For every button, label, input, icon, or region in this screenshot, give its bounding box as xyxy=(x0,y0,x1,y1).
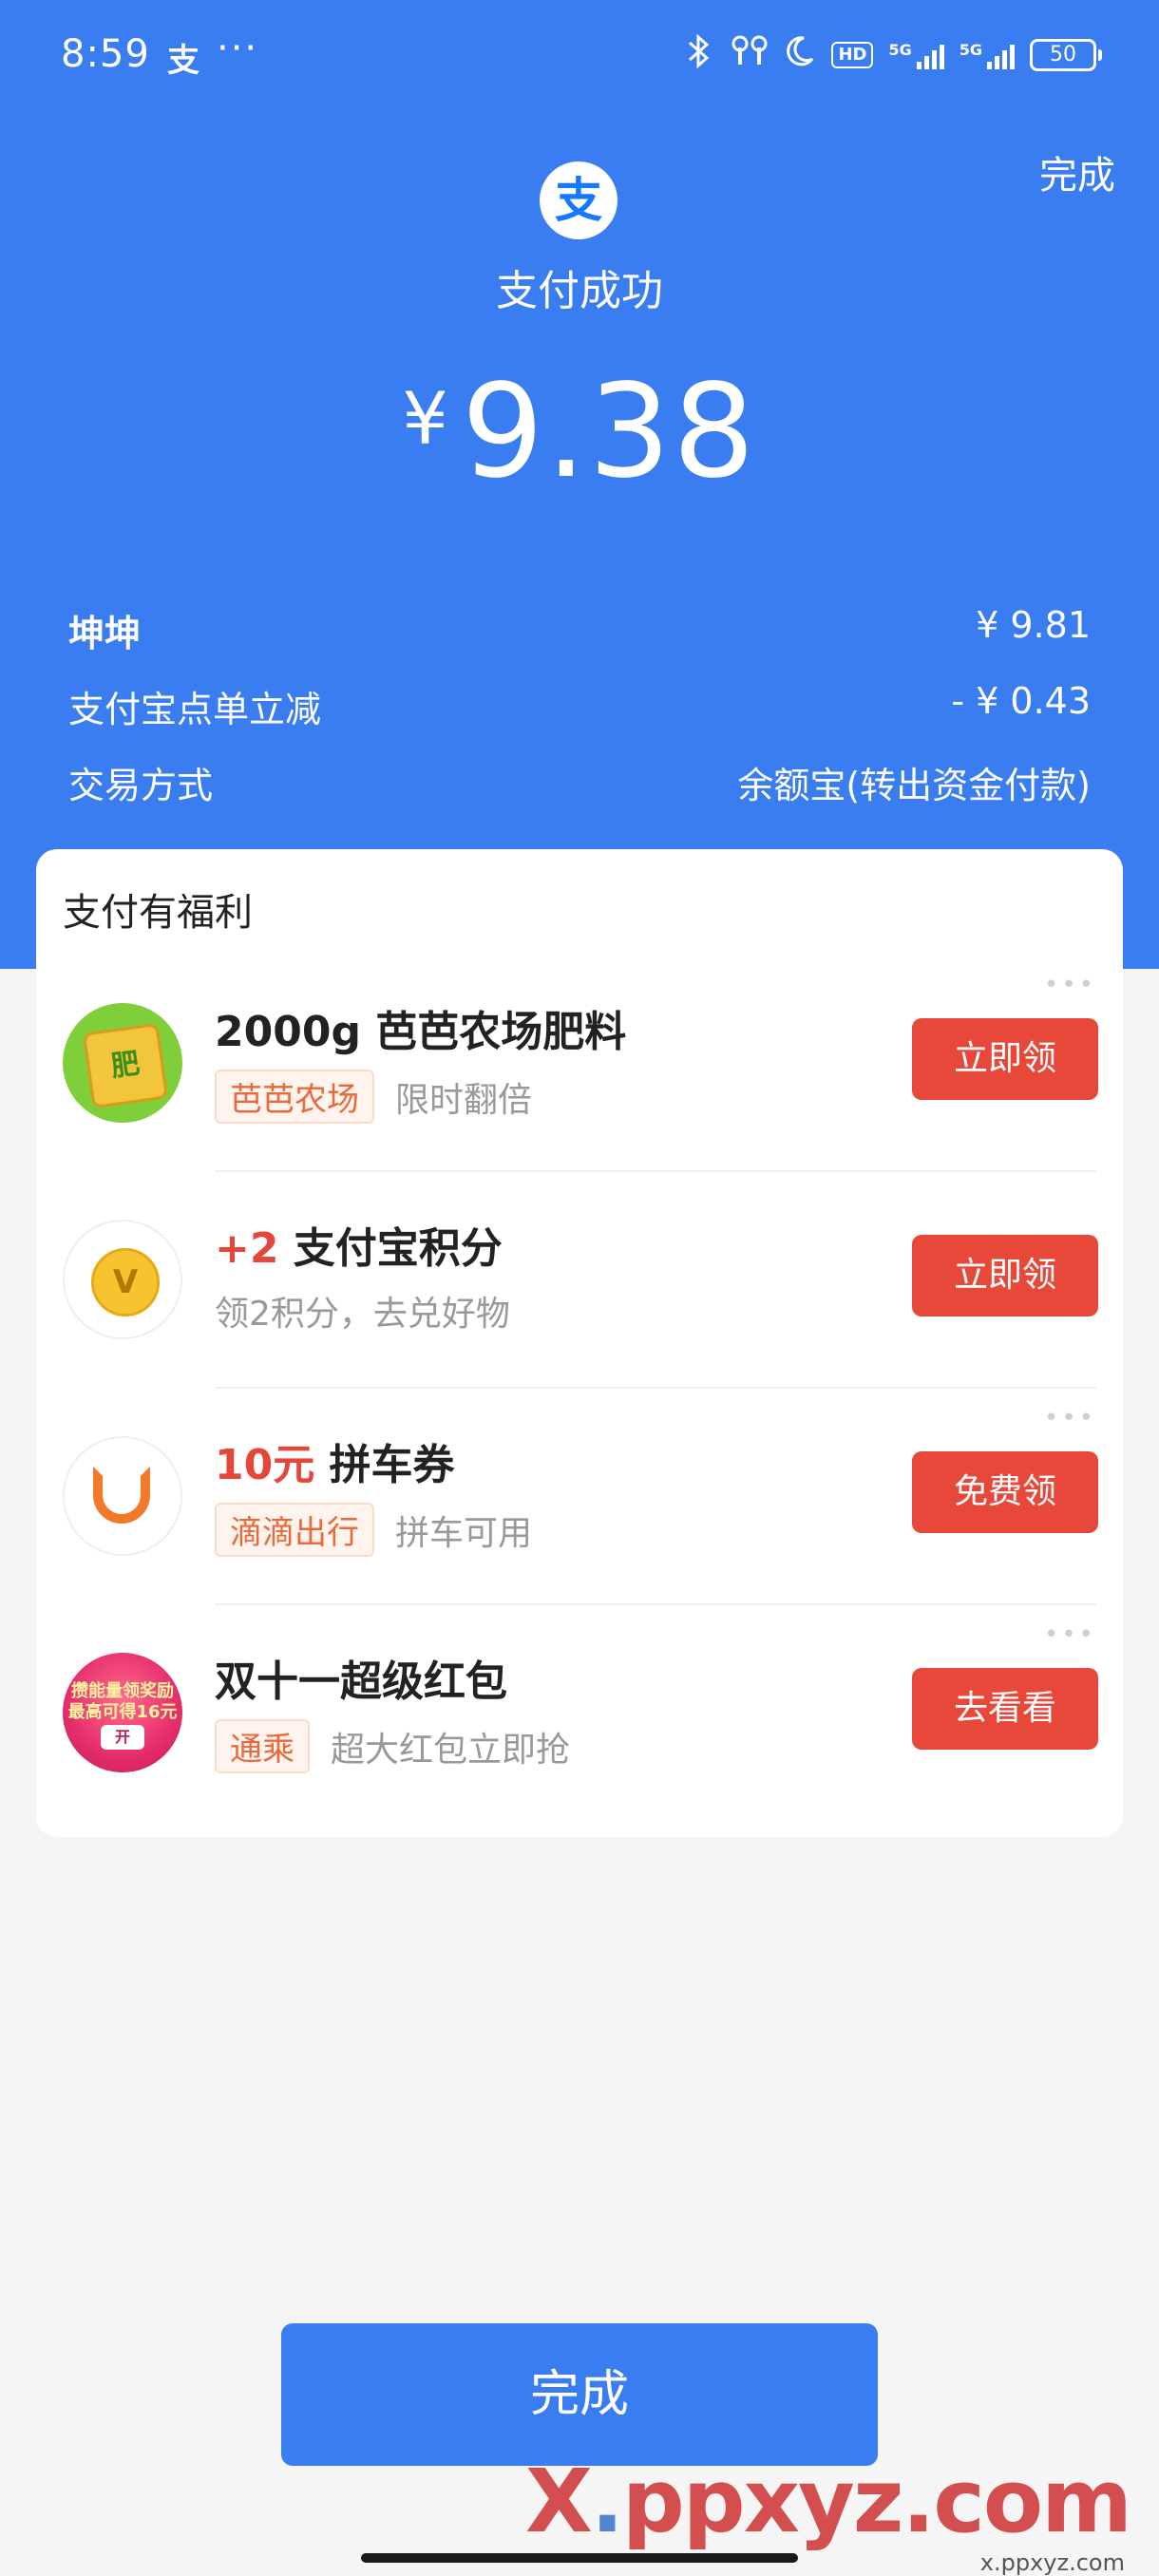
benefit-subtitle: 通乘 超大红包立即抢 xyxy=(215,1719,570,1773)
benefit-title-text: 双十一超级红包 xyxy=(215,1657,507,1706)
red-packet-badge: 开 xyxy=(101,1725,144,1750)
benefit-tag: 芭芭农场 xyxy=(215,1070,374,1124)
benefit-desc: 限时翻倍 xyxy=(395,1080,533,1120)
amount-value: 9.38 xyxy=(461,357,757,507)
status-bar: 8:59 支 ··· HD 5G 5G 50 xyxy=(0,0,1159,114)
coin-glyph: V xyxy=(91,1248,160,1316)
more-options-icon[interactable]: ••• xyxy=(1044,1620,1096,1649)
benefit-title: +2 支付宝积分 xyxy=(215,1214,503,1275)
bluetooth-icon xyxy=(683,33,715,76)
signal-strength-icon-1: 5G xyxy=(888,41,944,69)
payment-amount: ¥9.38 xyxy=(0,357,1159,507)
hd-badge: HD xyxy=(831,42,874,68)
detail-row-payee: 坤坤 ¥ 9.81 xyxy=(68,604,1091,656)
benefit-title: 双十一超级红包 xyxy=(215,1647,507,1708)
home-indicator[interactable] xyxy=(361,2553,798,2563)
done-button[interactable]: 完成 xyxy=(281,2323,878,2466)
watermark-logo: X.ppxyz.com xyxy=(524,2451,1132,2552)
benefit-title-accent: 10元 xyxy=(215,1441,315,1489)
watermark-brand-left: X xyxy=(524,2451,593,2552)
benefit-tag: 通乘 xyxy=(215,1719,310,1773)
status-time: 8:59 xyxy=(61,32,150,76)
free-claim-button[interactable]: 免费领 xyxy=(912,1451,1098,1533)
method-label: 交易方式 xyxy=(68,765,214,806)
payment-status-text: 支付成功 xyxy=(496,267,663,315)
benefit-item-didi[interactable]: ••• 10元 拼车券 滴滴出行 拼车可用 免费领 xyxy=(36,1389,1123,1605)
currency-symbol: ¥ xyxy=(402,376,448,461)
red-packet-icon: 攒能量领奖励 最高可得16元 开 xyxy=(63,1653,182,1772)
method-value: 余额宝(转出资金付款) xyxy=(737,765,1091,806)
benefit-desc: 领2积分，去兑好物 xyxy=(215,1295,510,1334)
more-options-icon[interactable]: ••• xyxy=(1044,971,1096,999)
done-button-top[interactable]: 完成 xyxy=(1039,144,1115,199)
watermark-url: x.ppxyz.com xyxy=(979,2549,1125,2576)
earbuds-icon xyxy=(731,34,769,76)
signal-strength-icon-2: 5G xyxy=(960,41,1015,69)
detail-row-discount: 支付宝点单立减 - ¥ 0.43 xyxy=(68,680,1091,732)
alipay-logo-icon: 支 xyxy=(540,161,618,239)
benefit-title-text: 支付宝积分 xyxy=(278,1224,503,1273)
benefit-title-text: 2000g 芭芭农场肥料 xyxy=(215,1008,627,1056)
view-button[interactable]: 去看看 xyxy=(912,1668,1098,1750)
red-packet-promo-text: 攒能量领奖励 最高可得16元 xyxy=(67,1681,178,1722)
discount-label: 支付宝点单立减 xyxy=(68,689,322,730)
status-icons: HD 5G 5G 50 xyxy=(683,33,1102,76)
battery-icon: 50 xyxy=(1030,39,1102,71)
watermark-brand-right: ppxyz.com xyxy=(621,2451,1132,2552)
payment-header: 8:59 支 ··· HD 5G 5G 50 完成 支 支付成功 ¥ 9.38 … xyxy=(0,0,1159,969)
benefits-card: 支付有福利 ••• 肥 2000g 芭芭农场肥料 芭芭农场 限时翻倍 立即领 V… xyxy=(36,849,1123,1837)
benefit-tag: 滴滴出行 xyxy=(215,1503,374,1557)
benefit-subtitle: 领2积分，去兑好物 xyxy=(215,1286,510,1335)
benefit-title-accent: +2 xyxy=(215,1224,279,1273)
discount-value: - ¥ 0.43 xyxy=(951,680,1091,722)
didi-icon xyxy=(63,1436,182,1556)
payee-value: ¥ 9.81 xyxy=(976,604,1091,646)
farm-fertilizer-icon: 肥 xyxy=(63,1003,182,1123)
benefit-item-farm[interactable]: ••• 肥 2000g 芭芭农场肥料 芭芭农场 限时翻倍 立即领 xyxy=(36,956,1123,1172)
benefit-desc: 超大红包立即抢 xyxy=(331,1730,571,1770)
benefit-title-text: 拼车券 xyxy=(314,1441,455,1489)
benefit-title: 2000g 芭芭农场肥料 xyxy=(215,997,626,1058)
payee-label: 坤坤 xyxy=(68,613,142,654)
claim-button[interactable]: 立即领 xyxy=(912,1018,1098,1100)
watermark-brand-dot: . xyxy=(590,2451,624,2552)
detail-row-method: 交易方式 余额宝(转出资金付款) xyxy=(68,756,1091,808)
points-coin-icon: V xyxy=(63,1220,182,1339)
benefit-subtitle: 芭芭农场 限时翻倍 xyxy=(215,1070,532,1124)
network-type-label: 5G xyxy=(959,41,982,59)
alipay-notification-icon: 支 xyxy=(167,42,200,80)
benefit-title: 10元 拼车券 xyxy=(215,1430,455,1491)
benefit-desc: 拼车可用 xyxy=(395,1513,533,1553)
moon-icon xyxy=(784,35,816,75)
benefit-subtitle: 滴滴出行 拼车可用 xyxy=(215,1503,532,1557)
more-notifications-icon: ··· xyxy=(217,27,259,70)
claim-button[interactable]: 立即领 xyxy=(912,1235,1098,1316)
benefits-title: 支付有福利 xyxy=(63,891,253,935)
benefit-item-points[interactable]: V +2 支付宝积分 领2积分，去兑好物 立即领 xyxy=(36,1172,1123,1389)
fertilizer-bag-glyph: 肥 xyxy=(82,1022,169,1109)
more-options-icon[interactable]: ••• xyxy=(1044,1404,1096,1432)
battery-level: 50 xyxy=(1030,39,1096,71)
benefit-item-red-packet[interactable]: ••• 攒能量领奖励 最高可得16元 开 双十一超级红包 通乘 超大红包立即抢 … xyxy=(36,1605,1123,1822)
network-type-label: 5G xyxy=(888,41,912,59)
